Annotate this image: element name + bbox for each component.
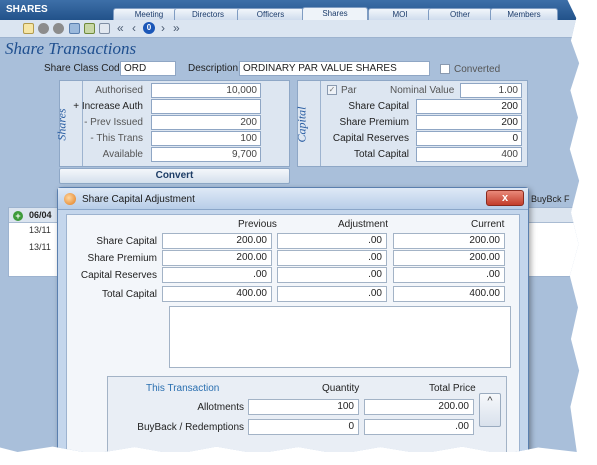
converted-checkbox[interactable] [440,64,450,74]
col-adjustment: Adjustment [338,219,389,230]
this-trans-label: - This Trans [90,133,143,144]
next-icon[interactable]: › [161,21,172,35]
available-field[interactable]: 9,700 [151,147,261,162]
this-trans-field[interactable]: 100 [151,131,261,146]
this-transaction-heading: This Transaction [146,383,220,394]
panel-divider [82,81,83,166]
grid-header-date: 06/04 [29,210,52,220]
share-class-code-label: Share Class Code [44,63,126,74]
share-premium-field[interactable]: 200 [416,115,522,130]
print-icon[interactable] [99,23,110,34]
adj-share-capital-adjustment[interactable]: .00 [277,233,387,249]
grid-header-buyback: BuyBck F [531,194,570,204]
link-icon[interactable] [69,23,80,34]
chevron-up-icon: ^ [487,395,493,407]
dialog-title-bar[interactable]: Share Capital Adjustment x [58,188,528,210]
adj-total-capital-label: Total Capital [101,289,157,300]
adj-share-capital-label: Share Capital [96,236,157,247]
app-title: SHARES [6,4,48,15]
shares-panel-title: Shares [54,108,69,141]
description-label: Description [188,63,239,74]
increase-auth-field[interactable] [151,99,261,114]
adj-share-premium-previous[interactable]: 200.00 [162,250,272,266]
adj-share-capital-current[interactable]: 200.00 [393,233,505,249]
last-icon[interactable]: » [173,21,184,35]
page-title: Share Transactions [5,39,137,58]
shares-panel: Shares Authorised 10,000 + Increase Auth… [55,80,290,167]
nominal-value-label: Nominal Value [390,85,455,96]
par-checkbox[interactable]: ✓ [327,85,337,95]
adj-share-premium-current[interactable]: 200.00 [393,250,505,266]
prev-issued-field[interactable]: 200 [151,115,261,130]
stop-icon[interactable] [38,23,49,34]
share-class-code-field[interactable]: ORD [120,61,176,76]
share-capital-label: Share Capital [348,101,409,112]
edit-icon[interactable] [84,23,95,34]
authorised-label: Authorised [95,85,143,96]
col-quantity: Quantity [322,383,360,394]
tab-directors[interactable]: Directors [174,8,242,20]
toolbar: « ‹ 0 › » [0,20,580,38]
prev-icon[interactable]: ‹ [132,21,143,35]
share-capital-field[interactable]: 200 [416,99,522,114]
col-previous: Previous [238,219,277,230]
stop2-icon[interactable] [53,23,64,34]
total-capital-field[interactable]: 400 [416,147,522,162]
capital-reserves-field[interactable]: 0 [416,131,522,146]
tab-moi[interactable]: MOI [368,8,432,20]
adj-share-premium-adjustment[interactable]: .00 [277,250,387,266]
par-label: Par [341,85,357,96]
notes-textarea[interactable] [169,306,511,368]
dialog-body: Previous Adjustment Current Share Capita… [66,214,520,452]
buyback-total[interactable]: .00 [364,419,474,435]
record-number: 0 [143,22,155,34]
adj-capital-reserves-label: Capital Reserves [80,270,157,281]
description-field[interactable]: ORDINARY PAR VALUE SHARES [239,61,430,76]
increase-auth-label: + Increase Auth [73,101,143,112]
col-total-price: Total Price [429,383,476,394]
allotments-label: Allotments [197,402,244,413]
allotments-total[interactable]: 200.00 [364,399,474,415]
title-bar: SHARES Meeting Directors Officers Shares… [0,0,580,21]
nominal-value-field[interactable]: 1.00 [460,83,522,98]
convert-button[interactable]: Convert [59,168,290,184]
adj-share-premium-label: Share Premium [87,253,157,264]
adj-capital-reserves-previous[interactable]: .00 [162,267,272,283]
adj-capital-reserves-current[interactable]: .00 [393,267,505,283]
share-premium-label: Share Premium [339,117,409,128]
adj-total-capital-adjustment[interactable]: .00 [277,286,387,302]
add-row-icon[interactable]: + [13,211,23,221]
available-label: Available [102,149,143,160]
tab-shares[interactable]: Shares [302,7,368,21]
dialog-title: Share Capital Adjustment [82,194,195,205]
tab-members[interactable]: Members [490,8,558,20]
converted-label: Converted [454,64,501,75]
capital-panel-title: Capital [294,106,309,143]
tab-other[interactable]: Other [428,8,492,20]
share-capital-adjustment-dialog: Share Capital Adjustment x Previous Adju… [57,187,529,452]
adj-capital-reserves-adjustment[interactable]: .00 [277,267,387,283]
new-icon[interactable] [23,23,34,34]
tab-officers[interactable]: Officers [237,8,304,20]
app-icon [64,193,76,205]
authorised-field[interactable]: 10,000 [151,83,261,98]
first-icon[interactable]: « [117,21,128,35]
adj-total-capital-previous[interactable]: 400.00 [162,286,272,302]
scroll-up-button[interactable]: ^ [479,393,501,427]
application-window: SHARES Meeting Directors Officers Shares… [0,0,580,452]
buyback-label: BuyBack / Redemptions [137,422,244,433]
panel-divider [320,81,321,166]
this-transaction-box: This Transaction Quantity Total Price Al… [107,376,507,452]
total-capital-label: Total Capital [353,149,409,160]
adj-share-capital-previous[interactable]: 200.00 [162,233,272,249]
capital-reserves-label: Capital Reserves [332,133,409,144]
col-current: Current [471,219,505,230]
allotments-quantity[interactable]: 100 [248,399,359,415]
buyback-quantity[interactable]: 0 [248,419,359,435]
close-button[interactable]: x [486,190,524,206]
prev-issued-label: - Prev Issued [84,117,143,128]
adj-total-capital-current[interactable]: 400.00 [393,286,505,302]
capital-panel: Capital ✓ Par Nominal Value 1.00 Share C… [294,80,528,167]
